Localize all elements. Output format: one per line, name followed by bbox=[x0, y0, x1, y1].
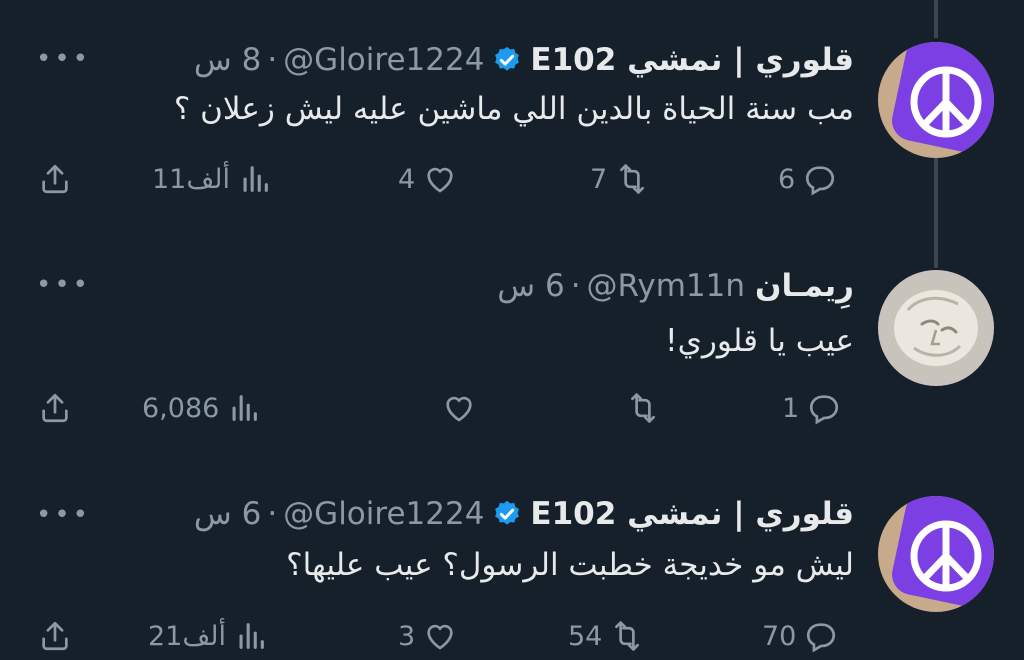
tweet[interactable]: قلوري | نمشي E102 @Gloire1224 · 6 س ••• … bbox=[0, 494, 1024, 660]
display-name[interactable]: قلوري | نمشي E102 bbox=[530, 494, 854, 534]
retweet-icon bbox=[615, 621, 640, 651]
display-name[interactable]: رِيمـان bbox=[755, 266, 854, 306]
retweet-button[interactable] bbox=[618, 388, 660, 428]
views-button[interactable]: 21ألف bbox=[148, 616, 268, 656]
reply-icon bbox=[806, 166, 835, 196]
tweet-header: قلوري | نمشي E102 @Gloire1224 · 8 س bbox=[194, 40, 854, 80]
tweet-text: عيب يا قلوري! bbox=[665, 323, 854, 359]
action-bar: 70 54 3 21ألف bbox=[0, 616, 1024, 656]
timestamp[interactable]: 8 س bbox=[194, 40, 261, 80]
heart-icon bbox=[427, 167, 453, 193]
share-button[interactable] bbox=[38, 159, 72, 199]
tweet-text: ليش مو خديجة خطبت الرسول؟ عيب عليها؟ bbox=[286, 547, 854, 583]
avatar[interactable] bbox=[878, 42, 994, 158]
sculpture-face-avatar-icon bbox=[878, 270, 994, 386]
like-button[interactable] bbox=[434, 388, 476, 428]
more-options-icon[interactable]: ••• bbox=[36, 270, 91, 300]
views-chart-icon bbox=[232, 395, 258, 421]
retweet-button[interactable]: 7 bbox=[590, 159, 649, 199]
views-count: 21ألف bbox=[148, 620, 227, 652]
reply-button[interactable]: 1 bbox=[782, 388, 841, 428]
reply-count: 70 bbox=[762, 620, 797, 652]
verified-badge-icon bbox=[492, 45, 522, 75]
heart-icon bbox=[446, 396, 472, 422]
reply-icon bbox=[810, 395, 839, 425]
retweet-icon bbox=[631, 393, 655, 423]
retweet-count: 54 bbox=[568, 620, 603, 652]
retweet-count: 7 bbox=[590, 163, 608, 195]
views-chart-icon bbox=[243, 166, 268, 192]
share-icon bbox=[42, 621, 68, 651]
share-button[interactable] bbox=[38, 616, 72, 656]
like-count: 3 bbox=[398, 620, 416, 652]
avatar[interactable] bbox=[878, 496, 994, 612]
avatar[interactable] bbox=[878, 270, 994, 386]
tweet[interactable]: قلوري | نمشي E102 @Gloire1224 · 8 س ••• … bbox=[0, 38, 1024, 258]
timestamp[interactable]: 6 س bbox=[194, 494, 261, 534]
like-count: 4 bbox=[398, 163, 416, 195]
retweet-icon bbox=[620, 164, 645, 194]
reply-icon bbox=[807, 623, 836, 653]
tweet-header: قلوري | نمشي E102 @Gloire1224 · 6 س bbox=[194, 494, 854, 534]
handle[interactable]: @Rym11n bbox=[587, 266, 745, 306]
separator-dot: · bbox=[267, 42, 278, 78]
views-count: 11ألف bbox=[152, 163, 231, 195]
handle[interactable]: @Gloire1224 bbox=[283, 40, 484, 80]
views-button[interactable]: 11ألف bbox=[152, 159, 272, 199]
timestamp[interactable]: 6 س bbox=[497, 266, 564, 306]
peace-sign-avatar-icon bbox=[878, 42, 994, 158]
action-bar: 1 6,086 bbox=[0, 388, 1024, 428]
heart-icon bbox=[427, 624, 453, 650]
views-chart-icon bbox=[239, 623, 264, 649]
tweet[interactable]: رِيمـان @Rym11n · 6 س ••• عيب يا قلوري! … bbox=[0, 264, 1024, 464]
views-count: 6,086 bbox=[142, 392, 220, 424]
verified-badge-icon bbox=[492, 499, 522, 529]
separator-dot: · bbox=[267, 496, 278, 532]
share-icon bbox=[42, 164, 68, 194]
handle[interactable]: @Gloire1224 bbox=[283, 494, 484, 534]
peace-sign-avatar-icon bbox=[878, 496, 994, 612]
tweet-header: رِيمـان @Rym11n · 6 س bbox=[497, 266, 854, 306]
more-options-icon[interactable]: ••• bbox=[36, 500, 91, 530]
reply-count: 6 bbox=[778, 163, 796, 195]
action-bar: 6 7 4 11ألف bbox=[0, 159, 1024, 199]
reply-count: 1 bbox=[782, 392, 800, 424]
tweet-text: مب سنة الحياة بالدين اللي ماشين عليه ليش… bbox=[173, 91, 854, 127]
more-options-icon[interactable]: ••• bbox=[36, 44, 91, 74]
share-button[interactable] bbox=[38, 388, 72, 428]
reply-button[interactable]: 70 bbox=[762, 616, 838, 656]
retweet-button[interactable]: 54 bbox=[568, 616, 644, 656]
like-button[interactable]: 3 bbox=[398, 616, 457, 656]
share-icon bbox=[42, 393, 68, 423]
views-button[interactable]: 6,086 bbox=[142, 388, 261, 428]
like-button[interactable]: 4 bbox=[398, 159, 457, 199]
separator-dot: · bbox=[570, 268, 581, 304]
reply-button[interactable]: 6 bbox=[778, 159, 837, 199]
display-name[interactable]: قلوري | نمشي E102 bbox=[530, 40, 854, 80]
thread-line bbox=[934, 0, 938, 38]
